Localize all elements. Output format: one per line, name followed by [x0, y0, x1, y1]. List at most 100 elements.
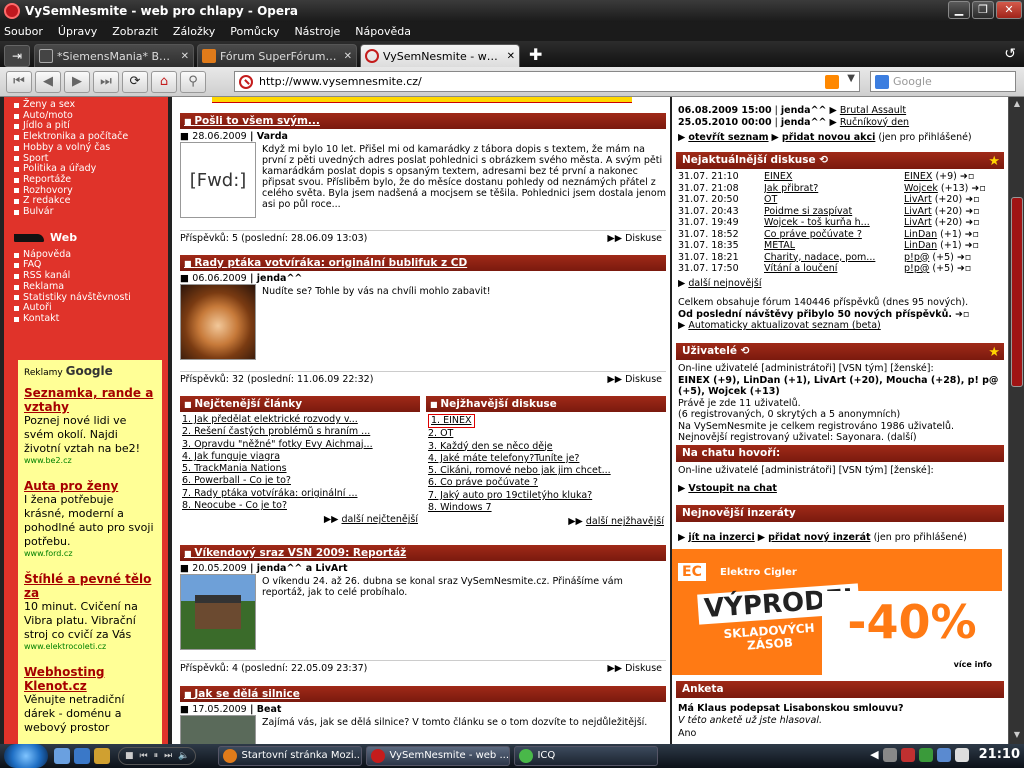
close-tab-icon[interactable]: ✕ [507, 51, 515, 62]
discussion-row[interactable]: 31.07. 18:35 METAL LinDan (+1) ➜▫ [676, 240, 1004, 252]
article-thumbnail[interactable]: [Fwd:] [180, 142, 256, 218]
discussion-row[interactable]: 31.07. 17:50 Vítání a loučení p!p@ (+5) ➜▫ [676, 263, 1004, 275]
tray-app-icon[interactable] [900, 747, 915, 762]
close-tab-icon[interactable]: ✕ [181, 51, 189, 62]
panel-toggle-button[interactable]: ⇥ [4, 45, 30, 67]
web-link[interactable]: Reklama [14, 281, 168, 293]
discussion-row[interactable]: 31.07. 18:52 Čo práve počúvate ? LinDan (+… [676, 229, 1004, 241]
reload-button[interactable]: ⟳ [122, 70, 148, 93]
discussion-row[interactable]: 31.07. 21:08 Jak přibrat? Wojcek (+13) ➜▫ [676, 183, 1004, 195]
volume-icon[interactable]: 🔈 [178, 751, 189, 761]
article-thumbnail[interactable] [180, 284, 256, 360]
tray-app-icon[interactable] [918, 747, 933, 762]
list-item[interactable]: 6. Powerball - Co je to? [182, 475, 420, 487]
event-link[interactable]: Ručníkový den [840, 117, 909, 128]
rss-feed-icon[interactable] [825, 75, 839, 89]
add-event-link[interactable]: přidat novou akci [782, 132, 876, 143]
sale-banner[interactable]: EC Elektro Cigler VÝPRODEJ SKLADOVÝCH ZÁS… [672, 549, 1002, 675]
add-classified-link[interactable]: přidat nový inzerát [768, 532, 870, 543]
discussion-link[interactable]: ▶▶ Diskuse [607, 374, 662, 385]
menu-nastroje[interactable]: Nástroje [294, 25, 340, 38]
network-icon[interactable] [936, 747, 951, 762]
close-tab-icon[interactable]: ✕ [344, 51, 352, 62]
list-item[interactable]: 1. Jak předělat elektrické rozvody v... [182, 414, 420, 426]
rewind-button[interactable]: ⏮ [6, 70, 32, 93]
tray-app-icon[interactable] [882, 747, 897, 762]
discussion-row[interactable]: 31.07. 21:10 EINEX EINEX (+9) ➜▫ [676, 171, 1004, 183]
pause-icon[interactable]: ⏸ [154, 751, 159, 761]
article-title[interactable]: Víkendový sraz VSN 2009: Reportáž [180, 545, 666, 561]
discussion-link[interactable]: ▶▶ Diskuse [607, 233, 662, 244]
stop-icon[interactable]: ■ [125, 751, 134, 761]
online-users-list[interactable]: EINEX (+9), LinDan (+1), LivArt (+20), M… [676, 375, 1004, 398]
list-item[interactable]: 5. Cikáni, romové nebo jak jim chcet... [428, 465, 666, 477]
article-title[interactable]: Pošli to všem svým... [180, 113, 666, 129]
event-link[interactable]: Brutal Assault [840, 105, 906, 116]
taskbar-item-opera[interactable]: VySemNesmite - web ... [366, 746, 511, 766]
tab-superforum[interactable]: Fórum SuperFórum.cz - ... ✕ [197, 44, 357, 67]
menu-zobrazit[interactable]: Zobrazit [112, 25, 158, 38]
show-desktop-icon[interactable] [54, 748, 70, 764]
tray-expand-icon[interactable]: ◀ [870, 748, 878, 761]
list-item[interactable]: 5. TrackMania Nations [182, 463, 420, 475]
taskbar-item-icq[interactable]: ICQ [514, 746, 659, 766]
taskbar-item-firefox[interactable]: Startovní stránka Mozi... [218, 746, 363, 766]
goto-classifieds-link[interactable]: jít na inzerci [688, 532, 754, 543]
list-item[interactable]: 4. Jaké máte telefony?Tuníte je? [428, 453, 666, 465]
clock[interactable]: 21:10 [979, 747, 1020, 762]
category-link[interactable]: Bulvár [14, 206, 168, 218]
menu-zalozky[interactable]: Záložky [173, 25, 215, 38]
list-item[interactable]: 4. Jak funguje viagra [182, 451, 420, 463]
list-item[interactable]: 8. Windows 7 [428, 502, 666, 514]
open-list-link[interactable]: otevřít seznam [688, 132, 768, 143]
fast-forward-button[interactable]: ⏭ [93, 70, 119, 93]
top-banner[interactable] [212, 97, 632, 103]
more-newest-link[interactable]: ▶ další nejnovější [676, 278, 1004, 290]
tab-vysemnesmite[interactable]: VySemNesmite - web pro... ✕ [360, 44, 520, 67]
restore-button[interactable]: ❐ [972, 1, 994, 19]
list-item[interactable]: 2. Řešení častých problémů s hraním ... [182, 426, 420, 438]
more-most-read-link[interactable]: ▶▶ další nejčtenější [180, 514, 420, 525]
scroll-down-icon[interactable]: ▼ [1011, 730, 1023, 742]
chevron-down-icon[interactable]: ▼ [847, 73, 855, 84]
search-input[interactable]: Google [870, 71, 1016, 92]
list-item[interactable]: 7. Rady ptáka votvíráka: originální ... [182, 488, 420, 500]
scroll-up-icon[interactable]: ▲ [1011, 99, 1023, 111]
back-button[interactable]: ◀ [35, 70, 61, 93]
ad-item[interactable]: Štíhlé a pevné tělo za 10 minut. Cvičení… [24, 572, 156, 651]
media-player-controls[interactable]: ■ ⏮ ⏸ ⏭ 🔈 [118, 747, 197, 765]
page-scrollbar[interactable]: ▲ ▼ [1008, 97, 1024, 744]
menu-pomucky[interactable]: Pomůcky [230, 25, 279, 38]
article-thumbnail[interactable] [180, 574, 256, 650]
ie-icon[interactable] [74, 748, 90, 764]
tab-siemensmania[interactable]: *SiemensMania* Benq ~... ✕ [34, 44, 194, 67]
forward-button[interactable]: ▶ [64, 70, 90, 93]
minimize-button[interactable]: ▁ [948, 1, 970, 19]
auto-update-link[interactable]: ▶ Automaticky aktualizovat seznam (beta) [676, 320, 1004, 332]
prev-icon[interactable]: ⏮ [140, 751, 148, 761]
address-field[interactable]: http://www.vysemnesmite.cz/ ▼ [234, 71, 860, 92]
home-button[interactable]: ⌂ [151, 70, 177, 93]
star-icon[interactable]: ★ [988, 344, 1000, 361]
list-item[interactable]: 3. Každý den se něco děje [428, 441, 666, 453]
scroll-thumb[interactable] [1011, 197, 1023, 387]
discussion-row[interactable]: 31.07. 19:49 Wojcek - toš kurňa h... LivAr… [676, 217, 1004, 229]
list-item[interactable]: 1. EINEX [428, 414, 666, 429]
trash-can-icon[interactable]: ↺ [1004, 46, 1016, 62]
menu-napoveda[interactable]: Nápověda [355, 25, 411, 38]
category-link[interactable]: Hobby a volný čas [14, 142, 168, 154]
list-item[interactable]: 2. OT [428, 428, 666, 440]
discussion-link[interactable]: ▶▶ Diskuse [607, 663, 662, 674]
menu-upravy[interactable]: Úpravy [58, 25, 97, 38]
discussion-row[interactable]: 31.07. 18:21 Charity, nadace, pom... p!p@ … [676, 252, 1004, 264]
volume-tray-icon[interactable] [954, 747, 969, 762]
ad-item[interactable]: Seznamka, rande a vztahy Poznej nové lid… [24, 386, 156, 465]
article-thumbnail[interactable] [180, 715, 256, 744]
article-title[interactable]: Jak se dělá silnice [180, 686, 666, 702]
close-button[interactable]: ✕ [996, 1, 1022, 19]
menu-soubor[interactable]: Soubor [4, 25, 43, 38]
list-item[interactable]: 8. Neocube - Co je to? [182, 500, 420, 512]
more-hottest-link[interactable]: ▶▶ další nejžhavější [426, 516, 666, 527]
article-title[interactable]: Rady ptáka votvíráka: originální bublifu… [180, 255, 666, 271]
start-button[interactable] [4, 744, 48, 768]
